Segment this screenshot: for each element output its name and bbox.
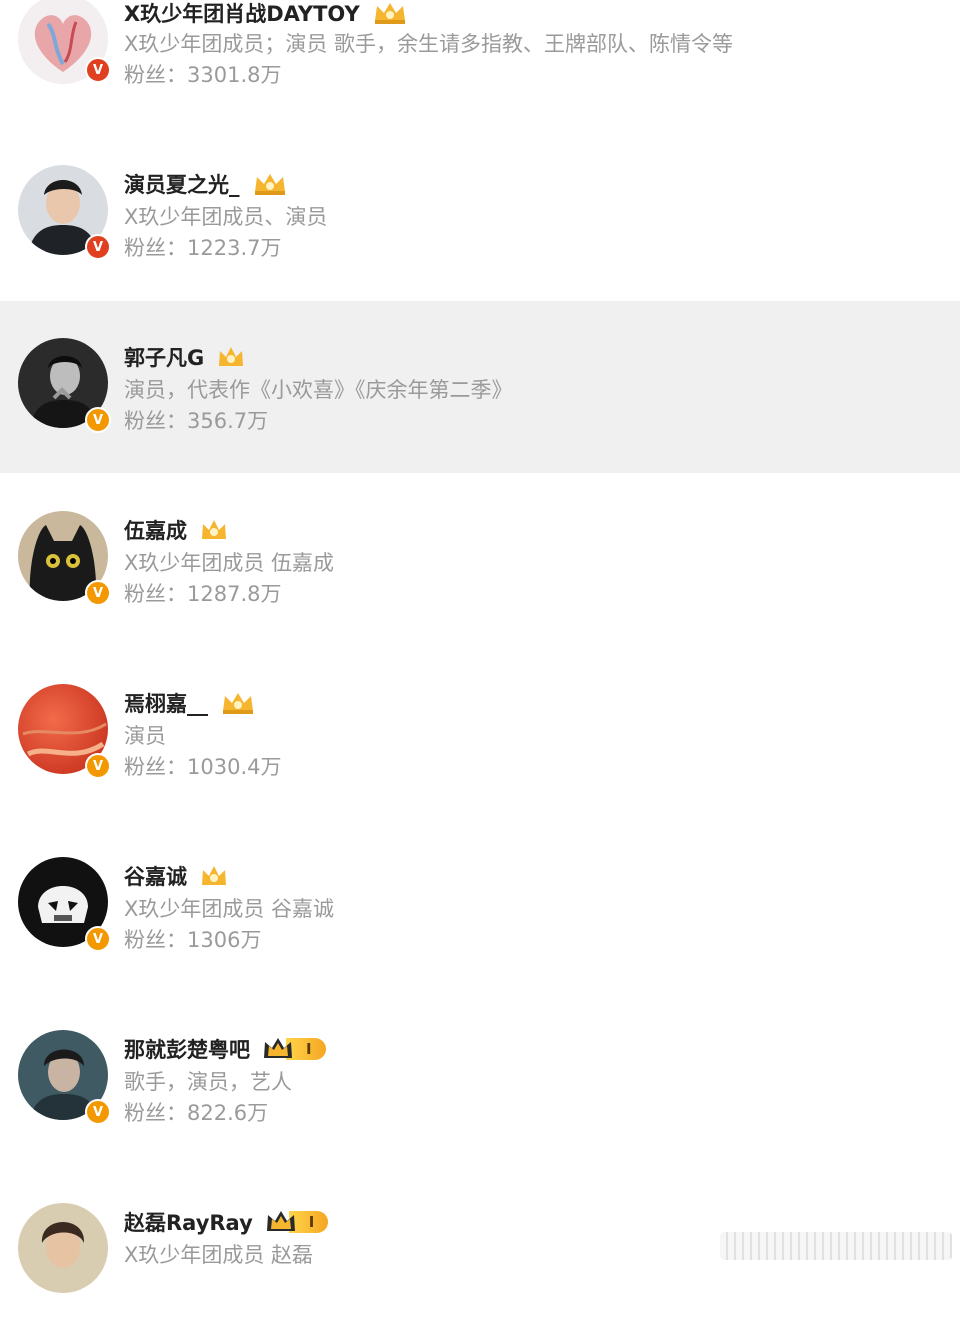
user-description: X玖少年团成员；演员 歌手，余生请多指教、王牌部队、陈情令等: [124, 32, 734, 56]
level-badge-icon: I: [262, 1036, 326, 1062]
user-name[interactable]: 焉栩嘉__: [124, 688, 256, 718]
user-description: X玖少年团成员 伍嘉成: [124, 551, 335, 575]
user-description: X玖少年团成员 谷嘉诚: [124, 897, 335, 921]
user-name[interactable]: X玖少年团肖战DAYTOY: [124, 0, 408, 28]
user-description: 演员: [124, 724, 166, 748]
user-description: X玖少年团成员、演员: [124, 205, 328, 229]
user-name[interactable]: 谷嘉诚: [124, 861, 229, 891]
gold-crown-icon: [220, 691, 256, 715]
user-name[interactable]: 郭子凡G: [124, 342, 246, 372]
fans-count: 粉丝：3301.8万: [124, 63, 282, 87]
user-description: X玖少年团成员 赵磊: [124, 1243, 314, 1267]
verified-badge-icon: V: [85, 580, 111, 606]
list-item[interactable]: V 演员夏之光_ X玖少年团成员、演员 粉丝：1223.7万: [0, 128, 960, 300]
verified-badge-icon: V: [85, 926, 111, 952]
user-name[interactable]: 赵磊RayRay I: [124, 1207, 329, 1237]
verified-badge-icon: V: [85, 753, 111, 779]
gold-crown-icon: [216, 344, 246, 370]
gold-crown-icon: [199, 863, 229, 889]
verified-badge-icon: V: [85, 407, 111, 433]
verified-badge-icon: V: [85, 234, 111, 260]
user-description: 歌手，演员，艺人: [124, 1070, 292, 1094]
list-item[interactable]: V X玖少年团肖战DAYTOY X玖少年团成员；演员 歌手，余生请多指教、王牌部…: [0, 0, 960, 127]
gold-crown-icon: [372, 1, 408, 25]
level-badge-icon: I: [265, 1209, 329, 1235]
user-name[interactable]: 演员夏之光_: [124, 169, 288, 199]
fans-count: 粉丝：356.7万: [124, 409, 269, 433]
user-description: 演员，代表作《小欢喜》《庆余年第二季》: [124, 378, 513, 402]
fans-count: 粉丝：1223.7万: [124, 236, 282, 260]
user-name[interactable]: 那就彭楚粤吧 I: [124, 1034, 326, 1064]
list-item[interactable]: V 谷嘉诚 X玖少年团成员 谷嘉诚 粉丝：1306万: [0, 820, 960, 992]
avatar[interactable]: [18, 1203, 108, 1293]
list-item[interactable]: V 郭子凡G 演员，代表作《小欢喜》《庆余年第二季》 粉丝：356.7万: [0, 301, 960, 473]
verified-badge-icon: V: [85, 57, 111, 83]
fans-count: 粉丝：822.6万: [124, 1101, 269, 1125]
list-item[interactable]: V 焉栩嘉__ 演员 粉丝：1030.4万: [0, 647, 960, 819]
list-item[interactable]: V 伍嘉成 X玖少年团成员 伍嘉成 粉丝：1287.8万: [0, 474, 960, 646]
fans-count: 粉丝：1287.8万: [124, 582, 282, 606]
list-item[interactable]: V 那就彭楚粤吧 I 歌手，演员，艺人 粉丝：822.6万: [0, 993, 960, 1165]
verified-badge-icon: V: [85, 1099, 111, 1125]
scroll-indicator[interactable]: [720, 1232, 952, 1260]
user-name[interactable]: 伍嘉成: [124, 515, 229, 545]
fans-count: 粉丝：1030.4万: [124, 755, 282, 779]
gold-crown-icon: [252, 172, 288, 196]
gold-crown-icon: [199, 517, 229, 543]
fans-count: 粉丝：1306万: [124, 928, 262, 952]
